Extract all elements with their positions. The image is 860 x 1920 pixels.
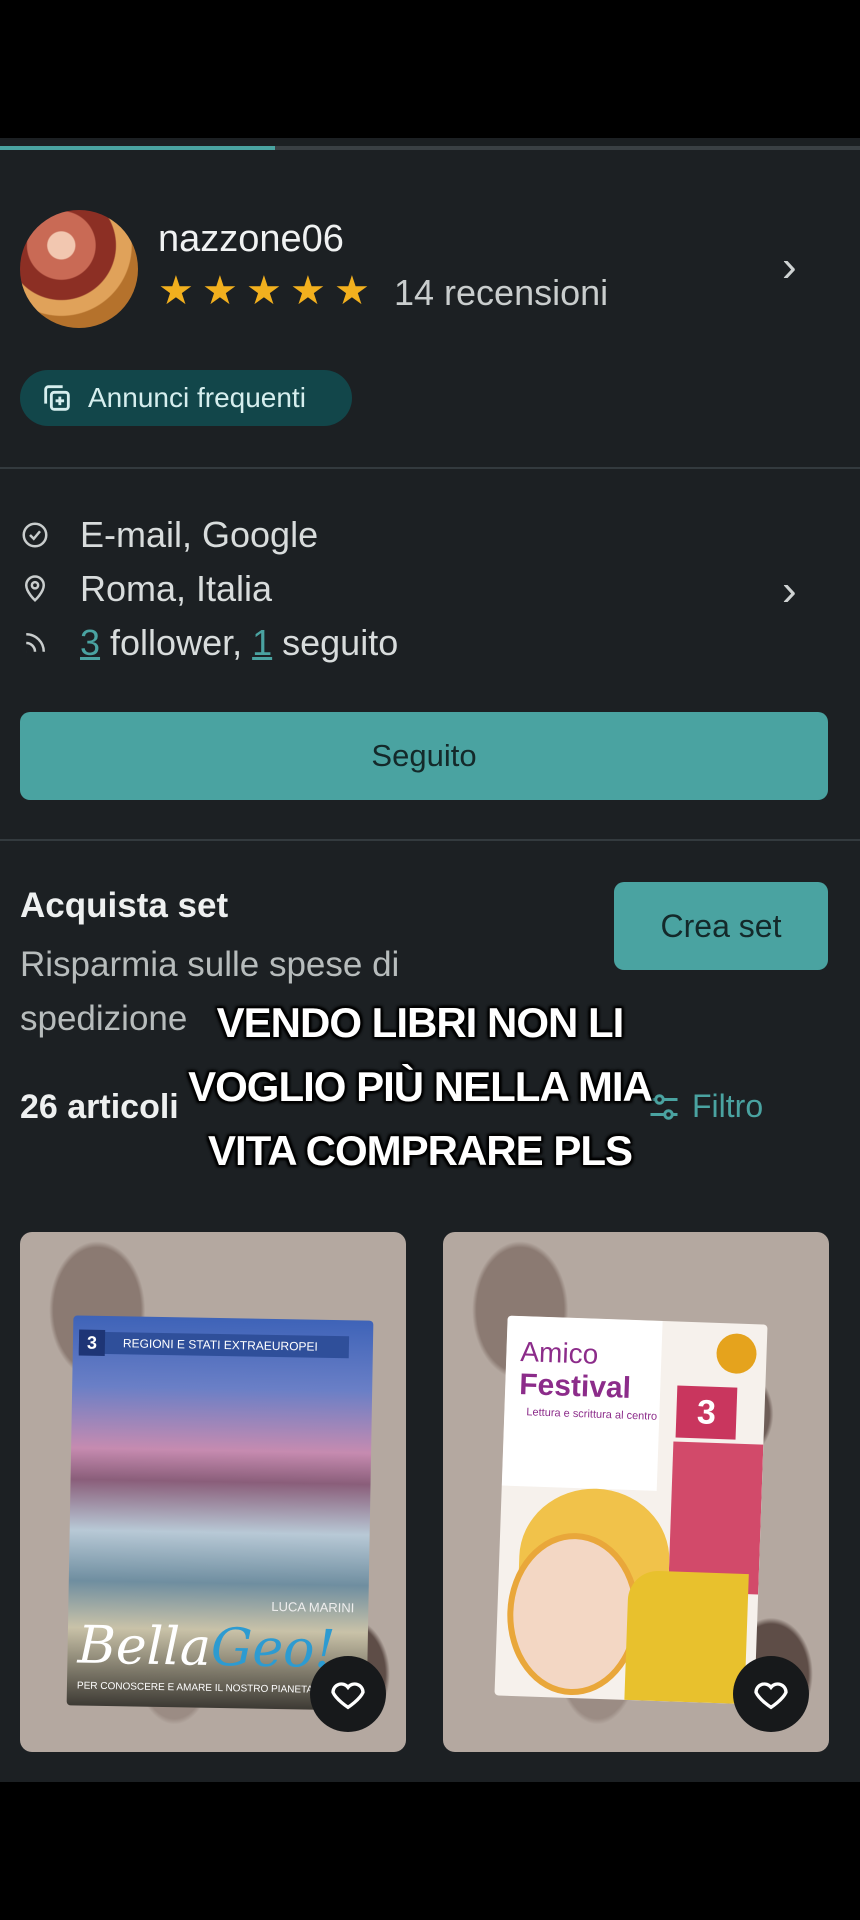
verified-row: E-mail, Google (18, 514, 318, 556)
caption-line: VITA COMPRARE PLS (207, 1127, 633, 1174)
profile-screen: nazzone06 ★ ★ ★ ★ ★ 14 recensioni › Annu… (0, 138, 860, 1782)
book-title-part: Bella (77, 1615, 212, 1678)
location-row[interactable]: Roma, Italia (18, 568, 272, 610)
followers-label: follower, (100, 622, 253, 663)
book-band: REGIONI E STATI EXTRAEUROPEI (78, 1331, 350, 1359)
check-circle-icon (18, 518, 52, 552)
book-title: BellaGeo! (77, 1616, 336, 1680)
book-title-part: Festival (518, 1368, 632, 1405)
avatar[interactable] (20, 210, 138, 328)
following-button[interactable]: Seguito (20, 712, 828, 800)
story-progress-fill (0, 146, 276, 150)
book-author: LUCA MARINI (271, 1598, 355, 1616)
followers-row: 3 follower, 1 seguito (18, 622, 398, 664)
rating-stars: ★ ★ ★ ★ ★ (158, 271, 374, 311)
following-link[interactable]: 1 (252, 622, 272, 663)
star-icon: ★ (158, 269, 194, 313)
verified-text: E-mail, Google (80, 514, 319, 555)
location-pin-icon (18, 572, 52, 606)
caption-line: VENDO LIBRI NON LI (216, 999, 625, 1046)
bundle-title: Acquista set (20, 886, 229, 925)
create-set-button[interactable]: Crea set (614, 882, 828, 970)
favorite-button[interactable] (310, 1656, 386, 1732)
listing-card[interactable]: Amico Festival Lettura e scrittura al ce… (443, 1232, 829, 1752)
rss-icon (18, 626, 52, 660)
star-icon: ★ (246, 269, 282, 313)
followers-text: 3 follower, 1 seguito (80, 622, 398, 664)
divider (0, 839, 860, 841)
listing-card[interactable]: REGIONI E STATI EXTRAEUROPEI 3 LUCA MARI… (20, 1232, 406, 1752)
star-icon: ★ (334, 269, 370, 313)
followers-link[interactable]: 3 (80, 622, 100, 663)
book-number: 3 (675, 1385, 738, 1440)
location-text: Roma, Italia (80, 568, 273, 609)
chevron-right-icon[interactable]: › (782, 242, 797, 292)
copy-plus-icon (44, 385, 70, 411)
username[interactable]: nazzone06 (158, 218, 344, 261)
star-icon: ★ (202, 269, 238, 313)
video-caption-overlay: VENDO LIBRI NON LI VOGLIO PIÙ NELLA MIA … (130, 991, 710, 1183)
story-progress-bar (0, 146, 860, 150)
caption-line: VOGLIO PIÙ NELLA MIA (188, 1063, 653, 1110)
chevron-right-icon[interactable]: › (782, 566, 797, 616)
book-tagline: PER CONOSCERE E AMARE IL NOSTRO PIANETA (76, 1680, 314, 1696)
favorite-button[interactable] (733, 1656, 809, 1732)
frequent-listings-badge: Annunci frequenti (20, 370, 352, 426)
listing-photo: Amico Festival Lettura e scrittura al ce… (494, 1315, 768, 1705)
listing-photo: REGIONI E STATI EXTRAEUROPEI 3 LUCA MARI… (66, 1315, 374, 1711)
star-icon: ★ (290, 269, 326, 313)
divider (0, 467, 860, 469)
book-title-part: Amico (519, 1336, 599, 1370)
heart-icon (331, 1682, 365, 1710)
heart-icon (754, 1682, 788, 1710)
digital-badge-icon (715, 1332, 758, 1375)
badge-label: Annunci frequenti (88, 382, 306, 413)
following-label: seguito (272, 622, 399, 663)
book-number: 3 (78, 1329, 106, 1356)
reviews-count[interactable]: 14 recensioni (394, 272, 608, 314)
